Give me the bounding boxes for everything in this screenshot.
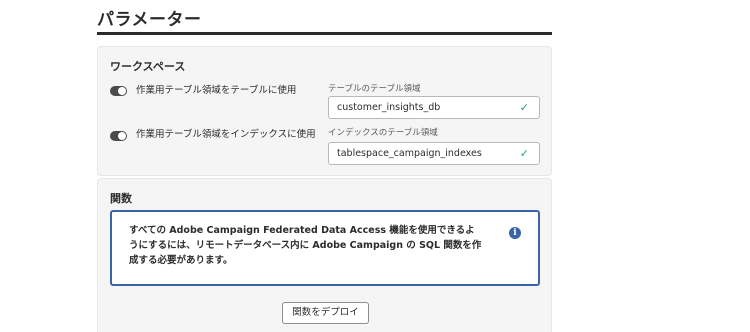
index-tablespace-toggle[interactable]: [110, 131, 127, 141]
table-tablespace-toggle[interactable]: [110, 86, 127, 96]
index-tablespace-value: tablespace_campaign_indexes: [337, 148, 482, 159]
index-tablespace-field[interactable]: tablespace_campaign_indexes ✓: [328, 142, 540, 165]
info-icon[interactable]: i: [509, 227, 521, 239]
table-tablespace-toggle-label: 作業用テーブル領域をテーブルに使用: [136, 85, 297, 96]
table-tablespace-field[interactable]: customer_insights_db ✓: [328, 96, 540, 119]
deploy-functions-button[interactable]: 関数をデプロイ: [282, 302, 369, 324]
toggle-knob: [118, 132, 126, 140]
workspace-section-title: ワークスペース: [110, 60, 186, 73]
info-message-text: すべての Adobe Campaign Federated Data Acces…: [129, 225, 482, 266]
functions-panel: 関数 すべての Adobe Campaign Federated Data Ac…: [97, 178, 552, 332]
info-message-box: すべての Adobe Campaign Federated Data Acces…: [110, 210, 540, 286]
checkmark-icon: ✓: [519, 147, 529, 160]
title-divider: [97, 32, 552, 35]
checkmark-icon: ✓: [519, 101, 529, 114]
functions-section-title: 関数: [110, 192, 132, 205]
index-tablespace-toggle-label: 作業用テーブル領域をインデックスに使用: [136, 129, 316, 140]
page-title: パラメーター: [97, 10, 202, 30]
table-tablespace-value: customer_insights_db: [337, 102, 441, 113]
table-tablespace-field-label: テーブルのテーブル領域: [328, 84, 421, 94]
toggle-knob: [118, 87, 126, 95]
index-tablespace-field-label: インデックスのテーブル領域: [328, 128, 438, 138]
workspace-panel: ワークスペース 作業用テーブル領域をテーブルに使用 テーブルのテーブル領域 cu…: [97, 46, 552, 176]
